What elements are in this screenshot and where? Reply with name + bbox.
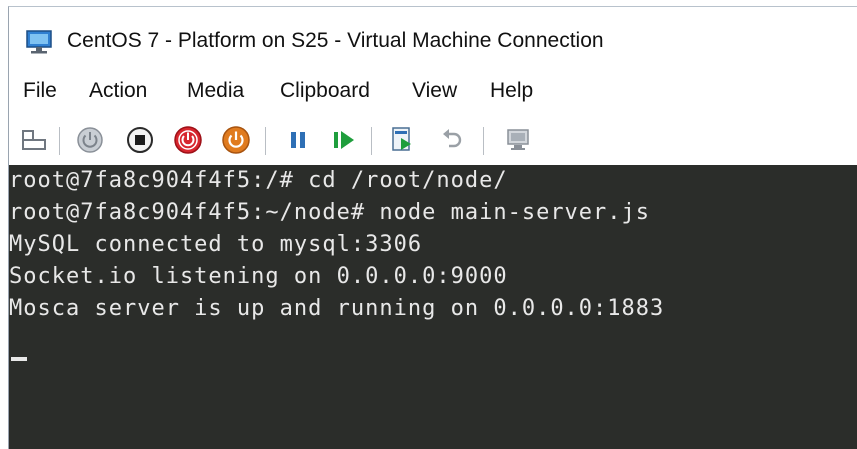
- terminal-line: root@7fa8c904f4f5:/# cd /root/node/: [9, 168, 508, 193]
- checkpoint-icon[interactable]: [387, 125, 417, 155]
- window-title: CentOS 7 - Platform on S25 - Virtual Mac…: [67, 29, 604, 52]
- vm-connection-window: CentOS 7 - Platform on S25 - Virtual Mac…: [8, 6, 857, 449]
- terminal-line: Socket.io listening on 0.0.0.0:9000: [9, 264, 508, 289]
- terminal-line: Mosca server is up and running on 0.0.0.…: [9, 296, 665, 321]
- toolbar-separator: [265, 127, 266, 155]
- enhanced-session-icon[interactable]: [503, 125, 533, 155]
- menu-media[interactable]: Media: [187, 79, 244, 103]
- menu-bar: File Action Media Clipboard View Help: [9, 75, 857, 111]
- virtual-machine-icon: [25, 29, 55, 55]
- resume-icon[interactable]: [329, 125, 359, 155]
- title-bar[interactable]: CentOS 7 - Platform on S25 - Virtual Mac…: [9, 7, 857, 73]
- ctrl-alt-del-icon[interactable]: [19, 125, 49, 155]
- menu-action[interactable]: Action: [89, 79, 147, 103]
- pause-icon[interactable]: [283, 125, 313, 155]
- toolbar-separator: [483, 127, 484, 155]
- terminal-console[interactable]: root@7fa8c904f4f5:/# cd /root/node/ root…: [9, 165, 857, 449]
- menu-file[interactable]: File: [23, 79, 57, 103]
- revert-icon[interactable]: [437, 125, 467, 155]
- start-icon[interactable]: [75, 125, 105, 155]
- toolbar-separator: [59, 127, 60, 155]
- turn-off-icon[interactable]: [125, 125, 155, 155]
- terminal-line: root@7fa8c904f4f5:~/node# node main-serv…: [9, 200, 651, 225]
- toolbar: [9, 119, 857, 163]
- toolbar-separator: [371, 127, 372, 155]
- terminal-line: MySQL connected to mysql:3306: [9, 232, 423, 257]
- terminal-cursor: [11, 357, 27, 361]
- menu-view[interactable]: View: [412, 79, 457, 103]
- shut-down-icon[interactable]: [173, 125, 203, 155]
- menu-clipboard[interactable]: Clipboard: [280, 79, 370, 103]
- menu-help[interactable]: Help: [490, 79, 533, 103]
- power-icon[interactable]: [221, 125, 251, 155]
